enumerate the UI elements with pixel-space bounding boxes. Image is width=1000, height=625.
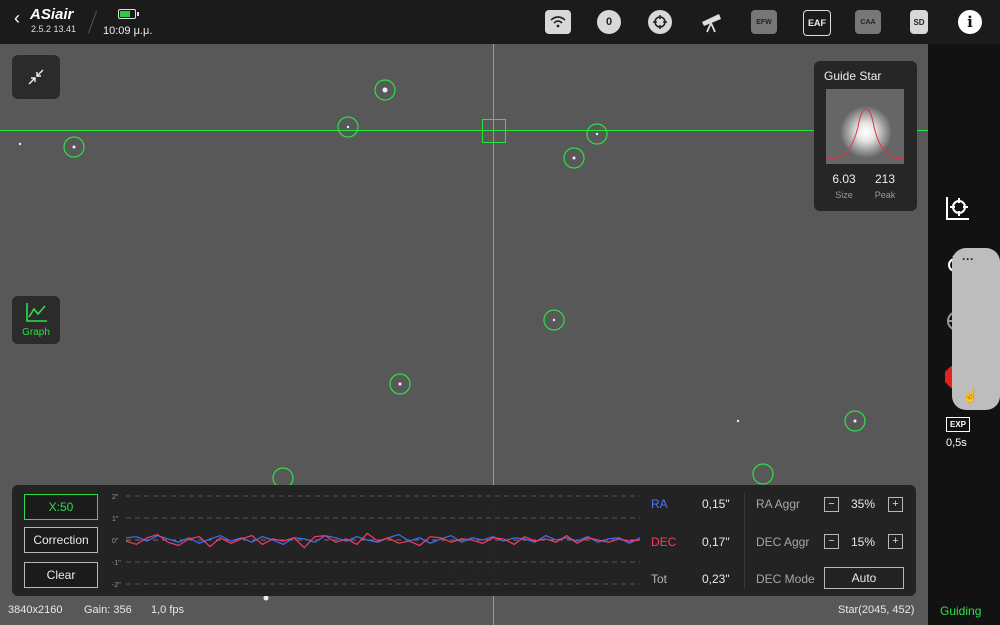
guiding-panel: X:50 Correction Clear 2" 1" 0" -1" -2" RA 0,… xyxy=(12,485,916,596)
star xyxy=(736,419,740,423)
dec-aggr-decrease-button[interactable]: − xyxy=(824,534,839,549)
collapse-icon xyxy=(28,69,44,85)
app-version: 2.5.2 13.41 xyxy=(31,24,77,34)
ra-label: RA xyxy=(651,497,668,511)
ra-aggr-decrease-button[interactable]: − xyxy=(824,497,839,512)
y-tick-label: -2" xyxy=(112,582,121,589)
divider xyxy=(87,10,98,34)
touch-icon: ☝ xyxy=(962,388,979,403)
crosshair-horizontal xyxy=(0,130,928,131)
app-logo: ASiair xyxy=(30,6,74,23)
guide-star-size-label: Size xyxy=(835,190,853,200)
graph-button[interactable]: Graph xyxy=(12,296,60,344)
star xyxy=(572,156,576,160)
star xyxy=(18,142,22,146)
star-position-status: Star(2045, 452) xyxy=(838,604,915,616)
star xyxy=(853,419,857,423)
battery-icon xyxy=(118,9,139,19)
y-tick-label: 1" xyxy=(112,516,119,523)
guide-graph: 2" 1" 0" -1" -2" xyxy=(112,494,641,589)
guide-star-lock-box xyxy=(482,119,506,143)
gain-status: Gain: 356 xyxy=(84,604,132,616)
back-icon[interactable]: ‹ xyxy=(14,8,20,29)
tot-value: 0,23" xyxy=(702,572,730,586)
guiding-state: Guiding xyxy=(940,604,982,618)
y-tick-label: 0" xyxy=(112,538,119,545)
guide-star-peak-label: Peak xyxy=(874,190,896,200)
shrink-view-button[interactable] xyxy=(12,55,60,99)
exposure-badge[interactable]: EXP xyxy=(946,417,970,432)
efw-icon[interactable]: EFW xyxy=(751,10,777,34)
ra-value: 0,15" xyxy=(702,497,730,511)
clear-button[interactable]: Clear xyxy=(24,562,98,588)
clock-time: 10:09 μ.μ. xyxy=(103,25,153,37)
star xyxy=(382,87,388,93)
camera-icon[interactable]: 0 xyxy=(597,10,621,34)
dec-aggr-value: 15% xyxy=(851,535,876,549)
fps-status: 1,0 fps xyxy=(151,604,185,616)
star xyxy=(595,132,599,136)
dec-label: DEC xyxy=(651,535,677,549)
dec-mode-label: DEC Mode xyxy=(756,572,815,586)
ra-aggr-increase-button[interactable]: + xyxy=(888,497,903,512)
guide-star-profile xyxy=(826,89,904,164)
sd-card-icon[interactable]: SD xyxy=(910,10,928,34)
resolution-status: 3840x2160 xyxy=(8,604,63,616)
wifi-icon[interactable] xyxy=(545,10,571,34)
dec-aggr-label: DEC Aggr xyxy=(756,535,810,549)
correction-button[interactable]: Correction xyxy=(24,527,98,553)
caa-icon[interactable]: CAA xyxy=(855,10,881,34)
tot-label: Tot xyxy=(651,572,668,586)
top-bar: ‹ ASiair 2.5.2 13.41 10:09 μ.μ. 0 EFW EA… xyxy=(0,0,1000,44)
guide-star-title: Guide Star xyxy=(824,69,882,83)
graph-icon xyxy=(26,303,47,322)
guide-target-icon[interactable] xyxy=(945,195,971,226)
exposure-value[interactable]: 0,5s xyxy=(946,437,967,449)
telescope-icon[interactable] xyxy=(699,10,725,34)
dec-aggr-increase-button[interactable]: + xyxy=(888,534,903,549)
eaf-icon[interactable]: EAF xyxy=(803,10,831,36)
star xyxy=(263,595,269,601)
ra-aggr-value: 35% xyxy=(851,497,876,511)
star-marker xyxy=(752,463,774,485)
ra-aggr-label: RA Aggr xyxy=(756,497,801,511)
y-tick-label: -1" xyxy=(112,560,121,567)
guide-star-peak-value: 213 xyxy=(874,172,896,186)
dec-value: 0,17" xyxy=(702,535,730,549)
more-icon[interactable]: ··· xyxy=(962,252,974,266)
star xyxy=(552,318,556,322)
star xyxy=(72,145,76,149)
graph-button-label: Graph xyxy=(22,327,50,338)
star xyxy=(346,125,350,129)
zoom-slider[interactable]: ··· ☝ xyxy=(952,248,1000,410)
star xyxy=(398,382,402,386)
y-tick-label: 2" xyxy=(112,494,119,501)
guide-star-size-value: 6.03 xyxy=(832,172,856,186)
guide-star-card: Guide Star 6.03 Size 213 Peak xyxy=(814,61,917,211)
guide-scope-icon[interactable] xyxy=(648,10,672,34)
divider xyxy=(744,493,745,589)
info-icon[interactable]: i xyxy=(958,10,982,34)
dec-mode-select[interactable]: Auto xyxy=(824,567,904,589)
x-scale-button[interactable]: X:50 xyxy=(24,494,98,520)
